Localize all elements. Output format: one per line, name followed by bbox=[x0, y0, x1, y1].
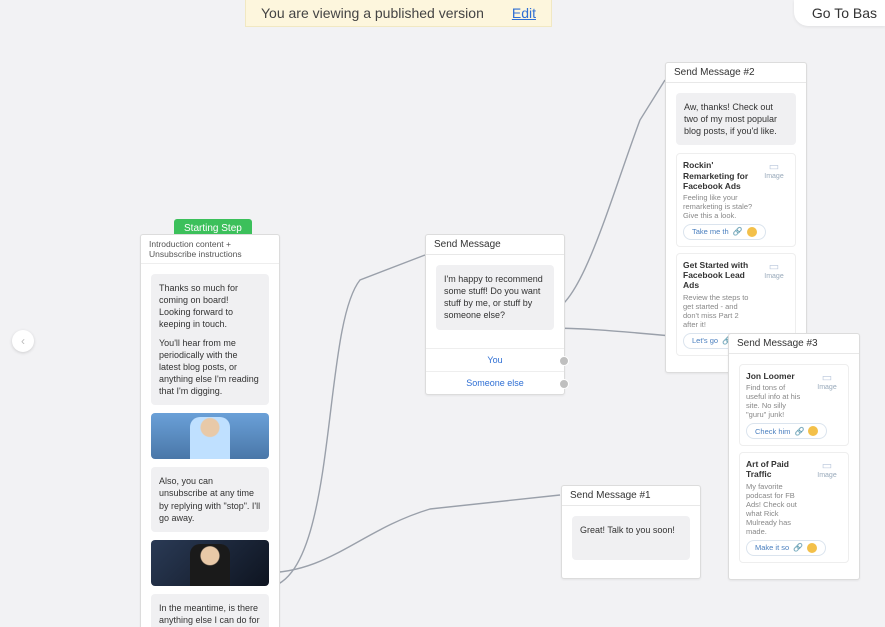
edit-link[interactable]: Edit bbox=[512, 5, 536, 21]
card-button[interactable]: Check him🔗 bbox=[746, 423, 827, 439]
image-icon: ▭ bbox=[759, 160, 789, 173]
node-send-message-1[interactable]: Send Message #1 Great! Talk to you soon! bbox=[561, 485, 701, 579]
card-button[interactable]: Make it so🔗 bbox=[746, 540, 826, 556]
gif-placeholder bbox=[151, 540, 269, 586]
message-bubble: I'm happy to recommend some stuff! Do yo… bbox=[436, 265, 554, 330]
published-banner: You are viewing a published version Edit bbox=[245, 0, 552, 27]
image-placeholder: ▭Image bbox=[759, 260, 789, 280]
quick-reply-option[interactable]: Someone else bbox=[426, 371, 564, 394]
message-bubble: In the meantime, is there anything else … bbox=[151, 594, 269, 627]
prev-arrow-button[interactable]: ‹ bbox=[12, 330, 34, 352]
node-title: Send Message #3 bbox=[729, 334, 859, 354]
card-button[interactable]: Take me th🔗 bbox=[683, 224, 766, 240]
link-icon: 🔗 bbox=[794, 427, 804, 436]
gif-placeholder bbox=[151, 413, 269, 459]
image-icon: ▭ bbox=[759, 260, 789, 273]
image-placeholder: ▭Image bbox=[759, 160, 789, 180]
node-title: Send Message #2 bbox=[666, 63, 806, 83]
connector-dot[interactable] bbox=[559, 356, 569, 366]
node-send-message-3[interactable]: Send Message #3 Jon Loomer Find tons of … bbox=[728, 333, 860, 580]
node-send-message-2[interactable]: Send Message #2 Aw, thanks! Check out tw… bbox=[665, 62, 807, 373]
status-dot-icon bbox=[808, 426, 818, 436]
quick-reply-option[interactable]: You bbox=[426, 348, 564, 371]
message-bubble: Also, you can unsubscribe at any time by… bbox=[151, 467, 269, 532]
link-card[interactable]: Rockin' Remarketing for Facebook Ads Fee… bbox=[676, 153, 796, 247]
node-title: Send Message #1 bbox=[562, 486, 700, 506]
node-subtitle: Introduction content + Unsubscribe instr… bbox=[141, 235, 279, 264]
link-card[interactable]: Jon Loomer Find tons of useful info at h… bbox=[739, 364, 849, 446]
image-placeholder: ▭Image bbox=[812, 371, 842, 391]
chevron-left-icon: ‹ bbox=[21, 334, 25, 348]
image-icon: ▭ bbox=[812, 371, 842, 384]
banner-text: You are viewing a published version bbox=[261, 5, 484, 21]
connector-dot[interactable] bbox=[559, 379, 569, 389]
node-send-message[interactable]: Send Message I'm happy to recommend some… bbox=[425, 234, 565, 395]
message-bubble: Great! Talk to you soon! bbox=[572, 516, 690, 560]
link-icon: 🔗 bbox=[793, 543, 803, 552]
message-bubble: Thanks so much for coming on board! Look… bbox=[151, 274, 269, 405]
go-to-button[interactable]: Go To Bas bbox=[794, 0, 885, 26]
image-placeholder: ▭Image bbox=[812, 459, 842, 479]
link-card[interactable]: Art of Paid Traffic My favorite podcast … bbox=[739, 452, 849, 562]
status-dot-icon bbox=[807, 543, 817, 553]
image-icon: ▭ bbox=[812, 459, 842, 472]
node-title: Send Message bbox=[426, 235, 564, 255]
node-starting-step[interactable]: Introduction content + Unsubscribe instr… bbox=[140, 234, 280, 627]
link-icon: 🔗 bbox=[733, 227, 743, 236]
status-dot-icon bbox=[747, 227, 757, 237]
message-bubble: Aw, thanks! Check out two of my most pop… bbox=[676, 93, 796, 145]
